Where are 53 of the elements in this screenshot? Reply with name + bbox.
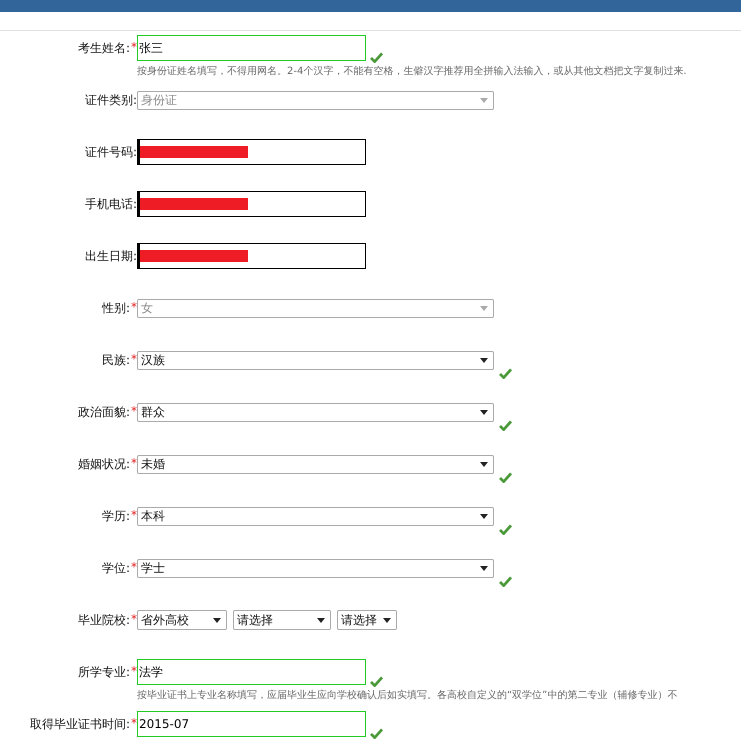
check-icon [370, 52, 383, 63]
field-label: 性别: [102, 300, 130, 316]
check-icon [370, 728, 383, 739]
field-label: 毕业院校: [78, 612, 130, 628]
required-mark: * [131, 508, 137, 522]
dropdown[interactable]: 省外高校 [137, 610, 227, 630]
required-mark: * [131, 664, 137, 678]
field-label: 婚姻状况: [78, 456, 130, 472]
dropdown[interactable]: 请选择 [233, 610, 331, 630]
required-mark: * [131, 716, 137, 730]
dropdown[interactable]: 群众 [137, 402, 494, 422]
caret-icon [480, 306, 488, 310]
field-label: 手机电话: [84, 196, 137, 212]
field-label: 取得毕业证书时间: [30, 716, 130, 732]
caret-icon [480, 514, 488, 518]
required-mark: * [131, 300, 137, 314]
field-label: 民族: [102, 352, 130, 368]
field-label: 考生姓名: [78, 40, 130, 56]
input-field[interactable]: 法学 [137, 659, 366, 685]
dropdown[interactable]: 本科 [137, 506, 494, 526]
field-label: 学历: [102, 508, 130, 524]
input-field[interactable] [137, 139, 366, 165]
dropdown[interactable]: 汉族 [137, 350, 494, 370]
check-icon [370, 676, 383, 687]
caret-icon [480, 410, 488, 414]
required-mark: * [131, 404, 137, 418]
dropdown[interactable]: 请选择 [337, 610, 397, 630]
field-label: 出生日期: [84, 248, 137, 264]
required-mark: * [131, 456, 137, 470]
hint-text: 按毕业证书上专业名称填写，应届毕业生应向学校确认后如实填写。各高校自定义的“双学位”中的第二专业（辅修专业）不 [137, 689, 678, 703]
required-mark: * [131, 560, 137, 574]
caret-icon [213, 618, 221, 622]
caret-icon [480, 462, 488, 466]
required-mark: * [131, 40, 137, 54]
required-mark: * [131, 352, 137, 366]
field-label: 证件类别: [84, 92, 137, 108]
caret-icon [480, 566, 488, 570]
required-mark: * [131, 612, 137, 626]
caret-icon [480, 358, 488, 362]
dropdown[interactable]: 学士 [137, 558, 494, 578]
hint-text: 按身份证姓名填写，不得用网名。2-4个汉字，不能有空格，生僻汉字推荐用全拼输入法输入，或从其他文档把文字复制过来. [137, 65, 688, 79]
input-field[interactable] [137, 191, 366, 217]
caret-icon [480, 98, 488, 102]
input-field[interactable]: 2015-07 [137, 711, 366, 737]
field-label: 证件号码: [84, 144, 137, 160]
input-field[interactable] [137, 243, 366, 269]
dropdown[interactable]: 未婚 [137, 454, 494, 474]
field-label: 所学专业: [78, 664, 130, 680]
caret-icon [317, 618, 325, 622]
input-field[interactable]: 张三 [137, 35, 366, 61]
caret-icon [383, 618, 391, 622]
field-label: 学位: [102, 560, 130, 576]
field-label: 政治面貌: [78, 404, 130, 420]
